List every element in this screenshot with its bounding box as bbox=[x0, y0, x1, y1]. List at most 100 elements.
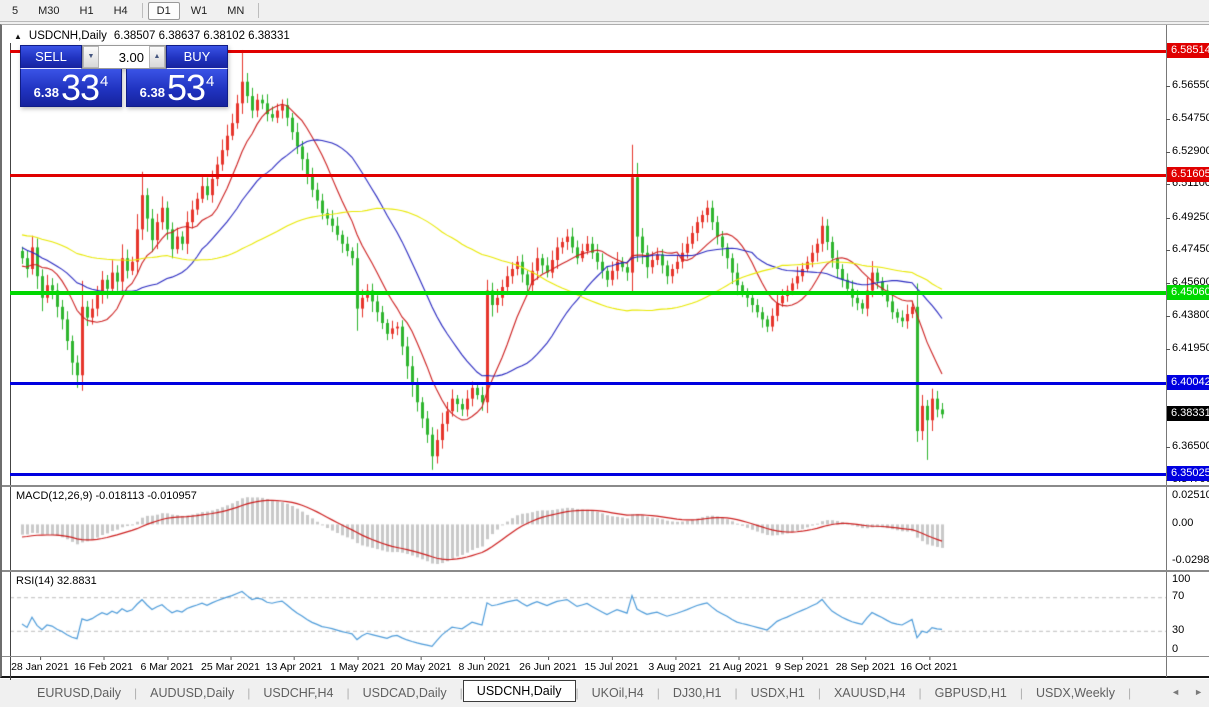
buy-price-box[interactable]: 6.38 53 4 bbox=[126, 69, 228, 107]
sell-price-prefix: 6.38 bbox=[33, 85, 59, 100]
date-tick bbox=[421, 657, 422, 660]
buy-price-fraction: 4 bbox=[206, 73, 215, 90]
volume-decrease-icon[interactable]: ▼ bbox=[83, 46, 99, 68]
chart-symbol-title: USDCNH,Daily bbox=[28, 30, 107, 42]
tab-ukoil-h4[interactable]: UKOil,H4 bbox=[579, 682, 657, 704]
tab-eurusd-daily[interactable]: EURUSD,Daily bbox=[24, 682, 134, 704]
tab-dj30-h1[interactable]: DJ30,H1 bbox=[660, 682, 735, 704]
volume-increase-icon[interactable]: ▲ bbox=[149, 46, 165, 68]
date-axis-label: 13 Apr 2021 bbox=[266, 657, 322, 673]
date-tick bbox=[929, 657, 930, 660]
tab-usdcnh-daily[interactable]: USDCNH,Daily bbox=[462, 680, 576, 702]
date-axis-label: 16 Oct 2021 bbox=[900, 657, 958, 673]
date-tick bbox=[611, 657, 613, 660]
price-axis-tick: 6.56550 bbox=[1166, 79, 1209, 91]
date-axis[interactable]: 28 Jan 2021 16 Feb 2021 6 Mar 2021 25 Mar 2… bbox=[2, 657, 1166, 677]
timeframe-button-5[interactable]: 5 bbox=[3, 2, 27, 20]
date-tick bbox=[103, 657, 105, 660]
tab-usdcad-daily[interactable]: USDCAD,Daily bbox=[350, 682, 460, 704]
date-tick bbox=[865, 657, 867, 660]
price-axis-tick: 6.43800 bbox=[1166, 309, 1209, 321]
timeframe-button-w1[interactable]: W1 bbox=[182, 2, 217, 20]
date-axis-label: 16 Feb 2021 bbox=[74, 657, 133, 673]
date-axis-label: 28 Sep 2021 bbox=[836, 657, 895, 673]
price-axis-tick: 6.52900 bbox=[1166, 145, 1209, 157]
rsi-axis-100: 100 bbox=[1172, 573, 1191, 585]
date-tick bbox=[230, 657, 232, 660]
chart-ohlc-values: 6.38507 6.38637 6.38102 6.38331 bbox=[113, 30, 290, 42]
date-axis-label: 25 Mar 2021 bbox=[201, 657, 260, 673]
volume-input[interactable] bbox=[99, 46, 149, 68]
date-tick bbox=[674, 657, 676, 660]
price-axis-tick: 6.47450 bbox=[1166, 243, 1209, 255]
resistance-line-2[interactable] bbox=[10, 174, 1166, 178]
buy-button[interactable]: BUY bbox=[166, 45, 228, 69]
panel-splitter[interactable] bbox=[2, 485, 1209, 487]
date-tick bbox=[167, 657, 168, 660]
one-click-trade-panel: SELL ▼ ▲ BUY 6.38 33 4 6.38 53 4 bbox=[20, 45, 228, 107]
timeframe-button-h1[interactable]: H1 bbox=[71, 2, 103, 20]
date-tick bbox=[357, 657, 359, 660]
date-axis-label: 21 Aug 2021 bbox=[709, 657, 768, 673]
timeframe-button-m30[interactable]: M30 bbox=[29, 2, 68, 20]
price-axis-tick: 6.41950 bbox=[1166, 342, 1209, 354]
date-tick bbox=[40, 657, 41, 660]
chart-titlebar: ▲ USDCNH,Daily 6.38507 6.38637 6.38102 6… bbox=[14, 29, 290, 43]
date-axis-label: 1 May 2021 bbox=[330, 657, 385, 673]
volume-spinner: ▼ ▲ bbox=[82, 45, 166, 69]
sell-price-box[interactable]: 6.38 33 4 bbox=[20, 69, 122, 107]
price-axis-tick: 6.49250 bbox=[1166, 211, 1209, 223]
chart-tab-bar: EURUSD,Daily | AUDUSD,Daily | USDCHF,H4 | USDC… bbox=[0, 678, 1209, 707]
price-level-badge: 6.45060 bbox=[1167, 285, 1209, 301]
price-level-badge: 6.40042 bbox=[1167, 375, 1209, 391]
date-tick bbox=[802, 657, 803, 660]
date-axis-label: 28 Jan 2021 bbox=[11, 657, 69, 673]
sell-price-pips: 33 bbox=[60, 66, 100, 108]
support-line-1[interactable] bbox=[10, 382, 1166, 386]
rsi-axis-70: 70 bbox=[1172, 590, 1185, 603]
rsi-axis-30: 30 bbox=[1172, 623, 1185, 636]
tab-xauusd-h4[interactable]: XAUUSD,H4 bbox=[821, 682, 919, 704]
toolbar-divider bbox=[141, 3, 143, 18]
tab-usdchf-h4[interactable]: USDCHF,H4 bbox=[250, 682, 346, 704]
timeframe-button-h4[interactable]: H4 bbox=[105, 2, 137, 20]
price-level-badge: 6.58514 bbox=[1167, 42, 1209, 58]
current-price-badge: 6.38331 bbox=[1167, 406, 1209, 422]
date-tick bbox=[738, 657, 740, 660]
support-line-2[interactable] bbox=[10, 472, 1166, 476]
date-axis-label: 26 Jun 2021 bbox=[519, 657, 577, 673]
price-axis-tick: 6.36500 bbox=[1166, 440, 1209, 452]
axis-separator bbox=[1166, 25, 1167, 677]
tabs-scroll-right-icon[interactable]: ► bbox=[1194, 687, 1203, 697]
tab-usdx-h1[interactable]: USDX,H1 bbox=[738, 682, 818, 704]
price-chart-canvas[interactable] bbox=[10, 43, 1166, 656]
chart-window: ▲ USDCNH,Daily 6.38507 6.38637 6.38102 6… bbox=[0, 24, 1209, 680]
date-tick bbox=[548, 657, 549, 660]
date-axis-label: 20 May 2021 bbox=[391, 657, 451, 673]
price-axis-tick: 6.54750 bbox=[1166, 112, 1209, 124]
pivot-line[interactable] bbox=[10, 291, 1166, 296]
date-axis-label: 15 Jul 2021 bbox=[584, 657, 639, 673]
sell-button[interactable]: SELL bbox=[20, 45, 82, 69]
price-level-badge: 6.51605 bbox=[1167, 167, 1209, 183]
collapse-chart-icon[interactable]: ▲ bbox=[14, 32, 22, 41]
macd-indicator-label: MACD(12,26,9) -0.018113 -0.010957 bbox=[16, 490, 197, 502]
macd-axis-max: 0.025108 bbox=[1172, 489, 1209, 501]
tab-audusd-daily[interactable]: AUDUSD,Daily bbox=[137, 682, 247, 704]
date-axis-label: 8 Jun 2021 bbox=[459, 657, 510, 673]
date-tick bbox=[484, 657, 486, 660]
panel-splitter[interactable] bbox=[2, 570, 1209, 572]
timeframe-button-d1[interactable]: D1 bbox=[147, 1, 180, 20]
sell-price-fraction: 4 bbox=[100, 73, 109, 90]
macd-axis-min: -0.029881 bbox=[1172, 554, 1209, 566]
date-axis-label: 3 Aug 2021 bbox=[648, 657, 702, 673]
timeframe-toolbar: 5 M30 H1 H4 D1 W1 MN bbox=[0, 0, 1209, 22]
macd-axis-zero: 0.00 bbox=[1172, 517, 1194, 530]
timeframe-button-mn[interactable]: MN bbox=[218, 2, 253, 20]
tab-gbpusd-h1[interactable]: GBPUSD,H1 bbox=[922, 682, 1020, 704]
toolbar-divider bbox=[258, 3, 260, 18]
price-level-badge: 6.35025 bbox=[1167, 465, 1209, 481]
tab-usdx-weekly[interactable]: USDX,Weekly bbox=[1023, 682, 1128, 704]
plot-left-edge bbox=[10, 43, 11, 680]
tabs-scroll-left-icon[interactable]: ◄ bbox=[1171, 687, 1180, 697]
